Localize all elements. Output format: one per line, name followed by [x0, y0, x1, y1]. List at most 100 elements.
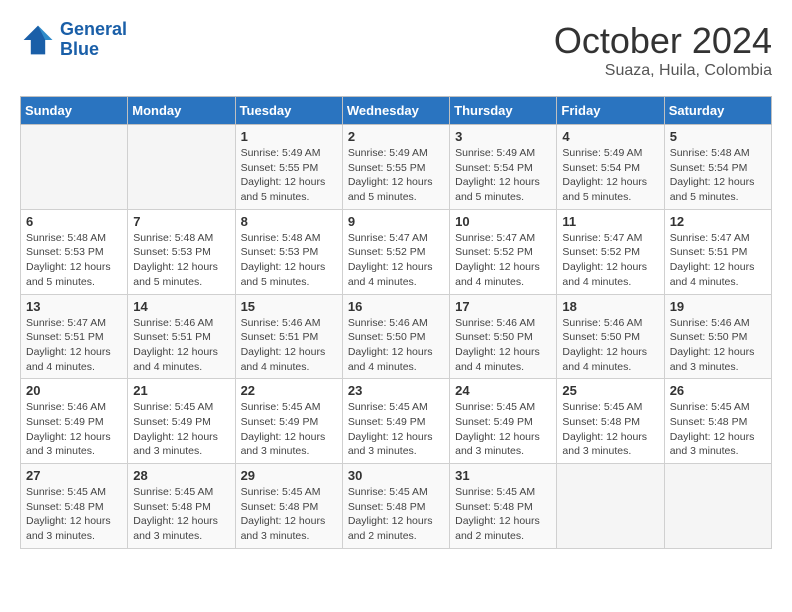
day-number: 16 — [348, 299, 444, 314]
day-number: 4 — [562, 129, 658, 144]
day-number: 8 — [241, 214, 337, 229]
calendar-cell: 31 Sunrise: 5:45 AM Sunset: 5:48 PM Dayli… — [450, 464, 557, 549]
logo-text: General Blue — [60, 20, 127, 60]
calendar-cell: 8 Sunrise: 5:48 AM Sunset: 5:53 PM Daylig… — [235, 209, 342, 294]
day-number: 20 — [26, 383, 122, 398]
day-number: 18 — [562, 299, 658, 314]
calendar-cell: 19 Sunrise: 5:46 AM Sunset: 5:50 PM Dayli… — [664, 294, 771, 379]
day-info: Sunrise: 5:45 AM Sunset: 5:48 PM Dayligh… — [455, 485, 551, 544]
day-info: Sunrise: 5:47 AM Sunset: 5:51 PM Dayligh… — [670, 231, 766, 290]
day-info: Sunrise: 5:49 AM Sunset: 5:55 PM Dayligh… — [241, 146, 337, 205]
calendar-cell — [128, 125, 235, 210]
header-friday: Friday — [557, 97, 664, 125]
location-subtitle: Suaza, Huila, Colombia — [554, 62, 772, 80]
day-number: 3 — [455, 129, 551, 144]
logo: General Blue — [20, 20, 127, 60]
day-number: 11 — [562, 214, 658, 229]
day-info: Sunrise: 5:45 AM Sunset: 5:49 PM Dayligh… — [348, 400, 444, 459]
day-number: 10 — [455, 214, 551, 229]
day-number: 5 — [670, 129, 766, 144]
day-info: Sunrise: 5:45 AM Sunset: 5:48 PM Dayligh… — [348, 485, 444, 544]
week-row-1: 1 Sunrise: 5:49 AM Sunset: 5:55 PM Daylig… — [21, 125, 772, 210]
calendar-cell: 21Sunrise: 5:45 AM Sunset: 5:49 PM Dayli… — [128, 379, 235, 464]
day-info: Sunrise: 5:49 AM Sunset: 5:54 PM Dayligh… — [455, 146, 551, 205]
day-number: 19 — [670, 299, 766, 314]
calendar-cell: 13Sunrise: 5:47 AM Sunset: 5:51 PM Dayli… — [21, 294, 128, 379]
calendar-cell: 1 Sunrise: 5:49 AM Sunset: 5:55 PM Daylig… — [235, 125, 342, 210]
calendar-cell: 6Sunrise: 5:48 AM Sunset: 5:53 PM Daylig… — [21, 209, 128, 294]
calendar-cell: 10 Sunrise: 5:47 AM Sunset: 5:52 PM Dayli… — [450, 209, 557, 294]
day-number: 31 — [455, 468, 551, 483]
day-info: Sunrise: 5:48 AM Sunset: 5:53 PM Dayligh… — [241, 231, 337, 290]
day-info: Sunrise: 5:45 AM Sunset: 5:48 PM Dayligh… — [241, 485, 337, 544]
calendar-cell: 7 Sunrise: 5:48 AM Sunset: 5:53 PM Daylig… — [128, 209, 235, 294]
day-info: Sunrise: 5:46 AM Sunset: 5:50 PM Dayligh… — [670, 316, 766, 375]
title-block: October 2024 Suaza, Huila, Colombia — [554, 20, 772, 80]
day-info: Sunrise: 5:45 AM Sunset: 5:48 PM Dayligh… — [562, 400, 658, 459]
calendar-cell: 11 Sunrise: 5:47 AM Sunset: 5:52 PM Dayli… — [557, 209, 664, 294]
day-info: Sunrise: 5:45 AM Sunset: 5:49 PM Dayligh… — [455, 400, 551, 459]
month-title: October 2024 — [554, 20, 772, 62]
calendar-cell: 16 Sunrise: 5:46 AM Sunset: 5:50 PM Dayli… — [342, 294, 449, 379]
calendar-cell: 27 Sunrise: 5:45 AM Sunset: 5:48 PM Dayli… — [21, 464, 128, 549]
calendar-cell: 17Sunrise: 5:46 AM Sunset: 5:50 PM Dayli… — [450, 294, 557, 379]
day-info: Sunrise: 5:45 AM Sunset: 5:49 PM Dayligh… — [133, 400, 229, 459]
calendar-cell: 12 Sunrise: 5:47 AM Sunset: 5:51 PM Dayli… — [664, 209, 771, 294]
header-monday: Monday — [128, 97, 235, 125]
day-info: Sunrise: 5:48 AM Sunset: 5:54 PM Dayligh… — [670, 146, 766, 205]
calendar-cell: 26 Sunrise: 5:45 AM Sunset: 5:48 PM Dayli… — [664, 379, 771, 464]
day-number: 12 — [670, 214, 766, 229]
calendar-table: Sunday Monday Tuesday Wednesday Thursday… — [20, 96, 772, 549]
calendar-header: Sunday Monday Tuesday Wednesday Thursday… — [21, 97, 772, 125]
day-number: 25 — [562, 383, 658, 398]
week-row-4: 20Sunrise: 5:46 AM Sunset: 5:49 PM Dayli… — [21, 379, 772, 464]
day-number: 1 — [241, 129, 337, 144]
day-number: 22 — [241, 383, 337, 398]
calendar-cell — [664, 464, 771, 549]
calendar-cell: 20Sunrise: 5:46 AM Sunset: 5:49 PM Dayli… — [21, 379, 128, 464]
day-info: Sunrise: 5:45 AM Sunset: 5:48 PM Dayligh… — [26, 485, 122, 544]
day-info: Sunrise: 5:47 AM Sunset: 5:52 PM Dayligh… — [562, 231, 658, 290]
day-number: 15 — [241, 299, 337, 314]
day-number: 7 — [133, 214, 229, 229]
calendar-cell: 23 Sunrise: 5:45 AM Sunset: 5:49 PM Dayli… — [342, 379, 449, 464]
day-info: Sunrise: 5:49 AM Sunset: 5:54 PM Dayligh… — [562, 146, 658, 205]
header-saturday: Saturday — [664, 97, 771, 125]
calendar-cell: 5 Sunrise: 5:48 AM Sunset: 5:54 PM Daylig… — [664, 125, 771, 210]
calendar-cell: 2Sunrise: 5:49 AM Sunset: 5:55 PM Daylig… — [342, 125, 449, 210]
day-number: 30 — [348, 468, 444, 483]
calendar-cell — [557, 464, 664, 549]
week-row-2: 6Sunrise: 5:48 AM Sunset: 5:53 PM Daylig… — [21, 209, 772, 294]
header-wednesday: Wednesday — [342, 97, 449, 125]
day-info: Sunrise: 5:48 AM Sunset: 5:53 PM Dayligh… — [133, 231, 229, 290]
calendar-cell: 9 Sunrise: 5:47 AM Sunset: 5:52 PM Daylig… — [342, 209, 449, 294]
day-info: Sunrise: 5:47 AM Sunset: 5:52 PM Dayligh… — [348, 231, 444, 290]
calendar-cell: 30 Sunrise: 5:45 AM Sunset: 5:48 PM Dayli… — [342, 464, 449, 549]
calendar-cell: 4 Sunrise: 5:49 AM Sunset: 5:54 PM Daylig… — [557, 125, 664, 210]
header-row: Sunday Monday Tuesday Wednesday Thursday… — [21, 97, 772, 125]
day-number: 28 — [133, 468, 229, 483]
day-info: Sunrise: 5:46 AM Sunset: 5:50 PM Dayligh… — [348, 316, 444, 375]
day-info: Sunrise: 5:46 AM Sunset: 5:50 PM Dayligh… — [562, 316, 658, 375]
day-number: 2 — [348, 129, 444, 144]
day-info: Sunrise: 5:47 AM Sunset: 5:52 PM Dayligh… — [455, 231, 551, 290]
day-number: 14 — [133, 299, 229, 314]
calendar-cell: 3 Sunrise: 5:49 AM Sunset: 5:54 PM Daylig… — [450, 125, 557, 210]
day-number: 23 — [348, 383, 444, 398]
day-number: 9 — [348, 214, 444, 229]
calendar-cell: 22 Sunrise: 5:45 AM Sunset: 5:49 PM Dayli… — [235, 379, 342, 464]
day-number: 24 — [455, 383, 551, 398]
week-row-5: 27 Sunrise: 5:45 AM Sunset: 5:48 PM Dayli… — [21, 464, 772, 549]
day-info: Sunrise: 5:46 AM Sunset: 5:50 PM Dayligh… — [455, 316, 551, 375]
day-info: Sunrise: 5:45 AM Sunset: 5:48 PM Dayligh… — [133, 485, 229, 544]
week-row-3: 13Sunrise: 5:47 AM Sunset: 5:51 PM Dayli… — [21, 294, 772, 379]
day-info: Sunrise: 5:48 AM Sunset: 5:53 PM Dayligh… — [26, 231, 122, 290]
header-sunday: Sunday — [21, 97, 128, 125]
calendar-cell: 25 Sunrise: 5:45 AM Sunset: 5:48 PM Dayli… — [557, 379, 664, 464]
day-number: 26 — [670, 383, 766, 398]
day-info: Sunrise: 5:45 AM Sunset: 5:49 PM Dayligh… — [241, 400, 337, 459]
calendar-cell: 15Sunrise: 5:46 AM Sunset: 5:51 PM Dayli… — [235, 294, 342, 379]
day-number: 27 — [26, 468, 122, 483]
day-info: Sunrise: 5:45 AM Sunset: 5:48 PM Dayligh… — [670, 400, 766, 459]
calendar-cell: 14Sunrise: 5:46 AM Sunset: 5:51 PM Dayli… — [128, 294, 235, 379]
